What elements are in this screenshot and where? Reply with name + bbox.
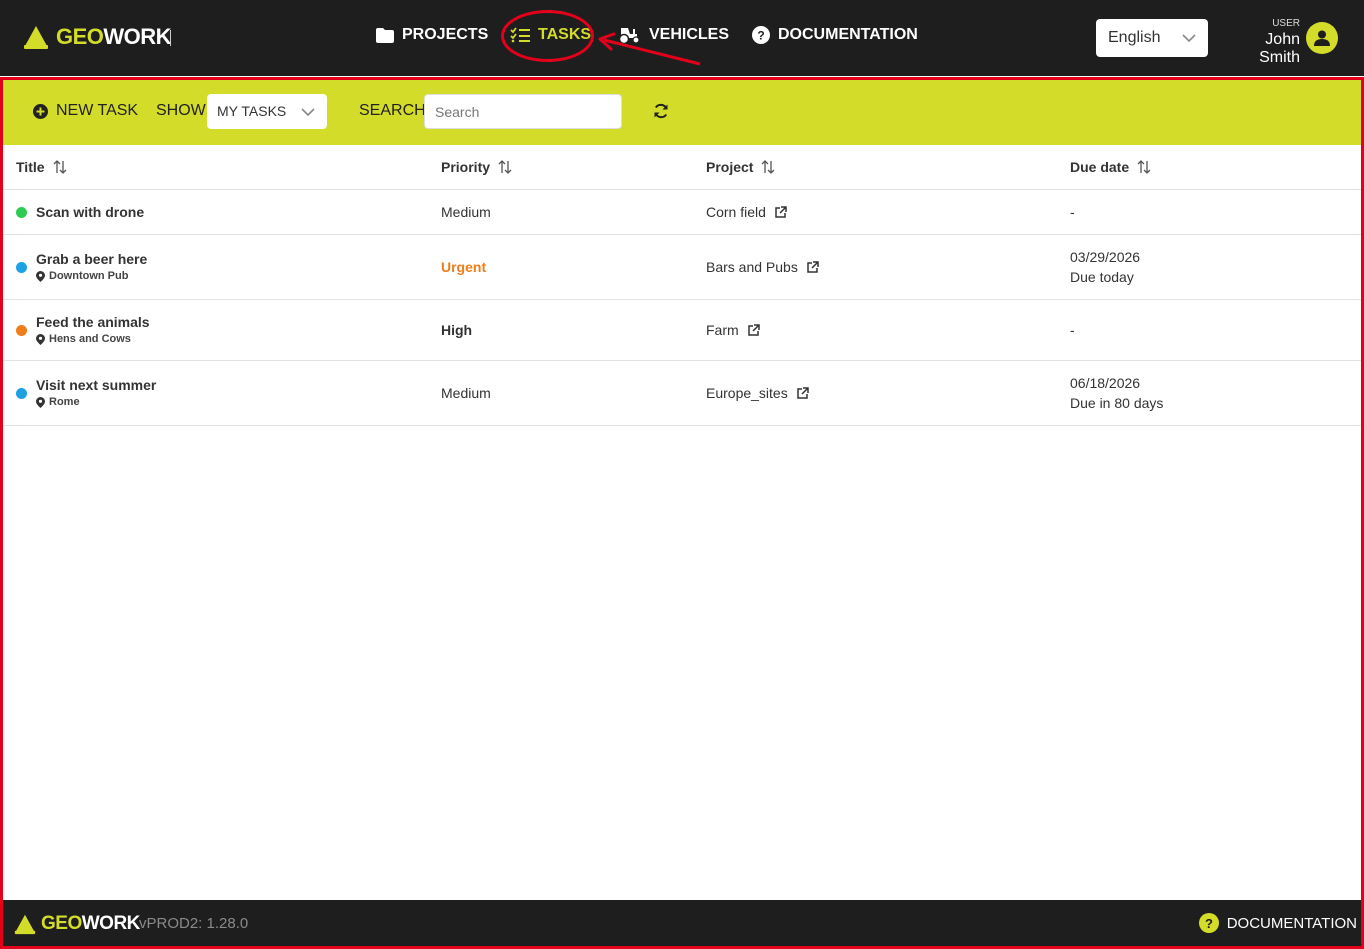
folder-icon (376, 27, 394, 43)
map-pin-icon (36, 333, 45, 345)
task-priority: Medium (441, 204, 491, 220)
status-dot (16, 207, 27, 218)
svg-text:?: ? (757, 29, 764, 43)
nav-documentation[interactable]: ? DOCUMENTATION (752, 26, 918, 44)
question-circle-icon: ? (1198, 913, 1219, 933)
tasks-table: Title Priority Project Due date Scan wit… (3, 145, 1361, 426)
task-priority: Medium (441, 385, 491, 401)
highlight-circle (501, 10, 594, 62)
sort-icon (498, 160, 512, 174)
user-icon (1314, 30, 1330, 46)
task-due-date: - (1070, 322, 1075, 338)
app-version: vPROD2: 1.28.0 (139, 915, 249, 932)
sort-icon (1137, 160, 1151, 174)
task-due-note: Due in 80 days (1070, 395, 1164, 411)
footer-documentation-link[interactable]: ? DOCUMENTATION (1198, 913, 1357, 933)
status-dot (16, 325, 27, 336)
status-dot (16, 388, 27, 399)
task-toolbar: NEW TASK SHOW: MY TASKS SEARCH: (3, 80, 1361, 145)
map-pin-icon (36, 396, 45, 408)
user-name: John Smith (1259, 31, 1300, 66)
footer: GEOWORK vPROD2: 1.28.0 ? DOCUMENTATION (3, 900, 1361, 946)
nav-projects-label: PROJECTS (402, 26, 489, 43)
task-location: Rome (36, 396, 156, 408)
divider (170, 30, 171, 46)
footer-logo: GEOWORK (13, 913, 140, 935)
task-project-link[interactable]: Bars and Pubs (706, 259, 819, 275)
map-pin-icon (36, 270, 45, 282)
table-header: Title Priority Project Due date (3, 145, 1361, 190)
chevron-down-icon (301, 105, 315, 122)
table-row[interactable]: Feed the animals Hens and Cows High Farm… (3, 300, 1361, 361)
task-priority: High (441, 322, 473, 338)
task-due-date: 06/18/2026 (1070, 375, 1141, 391)
user-info[interactable]: USER John Smith (1226, 18, 1300, 67)
column-header-title[interactable]: Title (16, 159, 67, 175)
geowork-logo[interactable]: GEOWORK (22, 24, 172, 50)
annotation-arrow (598, 32, 701, 66)
task-project-link[interactable]: Europe_sites (706, 385, 809, 401)
external-link-icon (747, 323, 760, 337)
show-label: SHOW: (156, 102, 210, 119)
task-due-date: 03/29/2026 (1070, 249, 1141, 265)
task-title[interactable]: Grab a beer here (36, 251, 147, 267)
plus-circle-icon (33, 103, 48, 119)
language-select[interactable]: English (1096, 19, 1208, 57)
user-role: USER (1272, 18, 1300, 29)
nav-projects[interactable]: PROJECTS (376, 26, 488, 44)
task-title[interactable]: Scan with drone (36, 204, 144, 220)
task-title[interactable]: Feed the animals (36, 314, 150, 330)
task-project-link[interactable]: Farm (706, 322, 760, 338)
search-input[interactable] (424, 94, 622, 129)
table-row[interactable]: Scan with drone Medium Corn field - (3, 190, 1361, 235)
logo-icon (14, 914, 36, 935)
svg-text:?: ? (1205, 916, 1213, 931)
show-filter-value: MY TASKS (217, 103, 287, 119)
new-task-button[interactable]: NEW TASK (33, 102, 138, 120)
task-project-link[interactable]: Corn field (706, 204, 787, 220)
logo-text: GEOWORK (56, 24, 172, 49)
column-header-project[interactable]: Project (706, 159, 775, 175)
nav-documentation-label: DOCUMENTATION (778, 26, 918, 43)
status-dot (16, 262, 27, 273)
chevron-down-icon (1182, 31, 1196, 50)
sort-icon (53, 160, 67, 174)
task-priority: Urgent (441, 259, 487, 275)
task-due-note: Due today (1070, 269, 1134, 285)
external-link-icon (774, 205, 787, 219)
search-label: SEARCH: (359, 102, 431, 119)
logo-text: GEOWORK (41, 913, 140, 934)
sort-icon (761, 160, 775, 174)
column-header-due-date[interactable]: Due date (1070, 159, 1151, 175)
refresh-button[interactable] (653, 103, 669, 124)
show-filter-select[interactable]: MY TASKS (207, 94, 327, 129)
language-value: English (1108, 29, 1161, 46)
new-task-label: NEW TASK (56, 102, 139, 119)
logo-icon (24, 26, 48, 49)
task-location: Hens and Cows (36, 333, 150, 345)
column-header-priority[interactable]: Priority (441, 159, 512, 175)
question-circle-icon: ? (752, 26, 770, 44)
table-row[interactable]: Grab a beer here Downtown Pub Urgent Bar… (3, 235, 1361, 300)
external-link-icon (806, 260, 819, 274)
task-title[interactable]: Visit next summer (36, 377, 156, 393)
refresh-icon (654, 103, 668, 119)
task-due-date: - (1070, 204, 1075, 220)
avatar[interactable] (1306, 22, 1338, 54)
table-row[interactable]: Visit next summer Rome Medium Europe_sit… (3, 361, 1361, 426)
external-link-icon (796, 386, 809, 400)
task-location: Downtown Pub (36, 270, 147, 282)
